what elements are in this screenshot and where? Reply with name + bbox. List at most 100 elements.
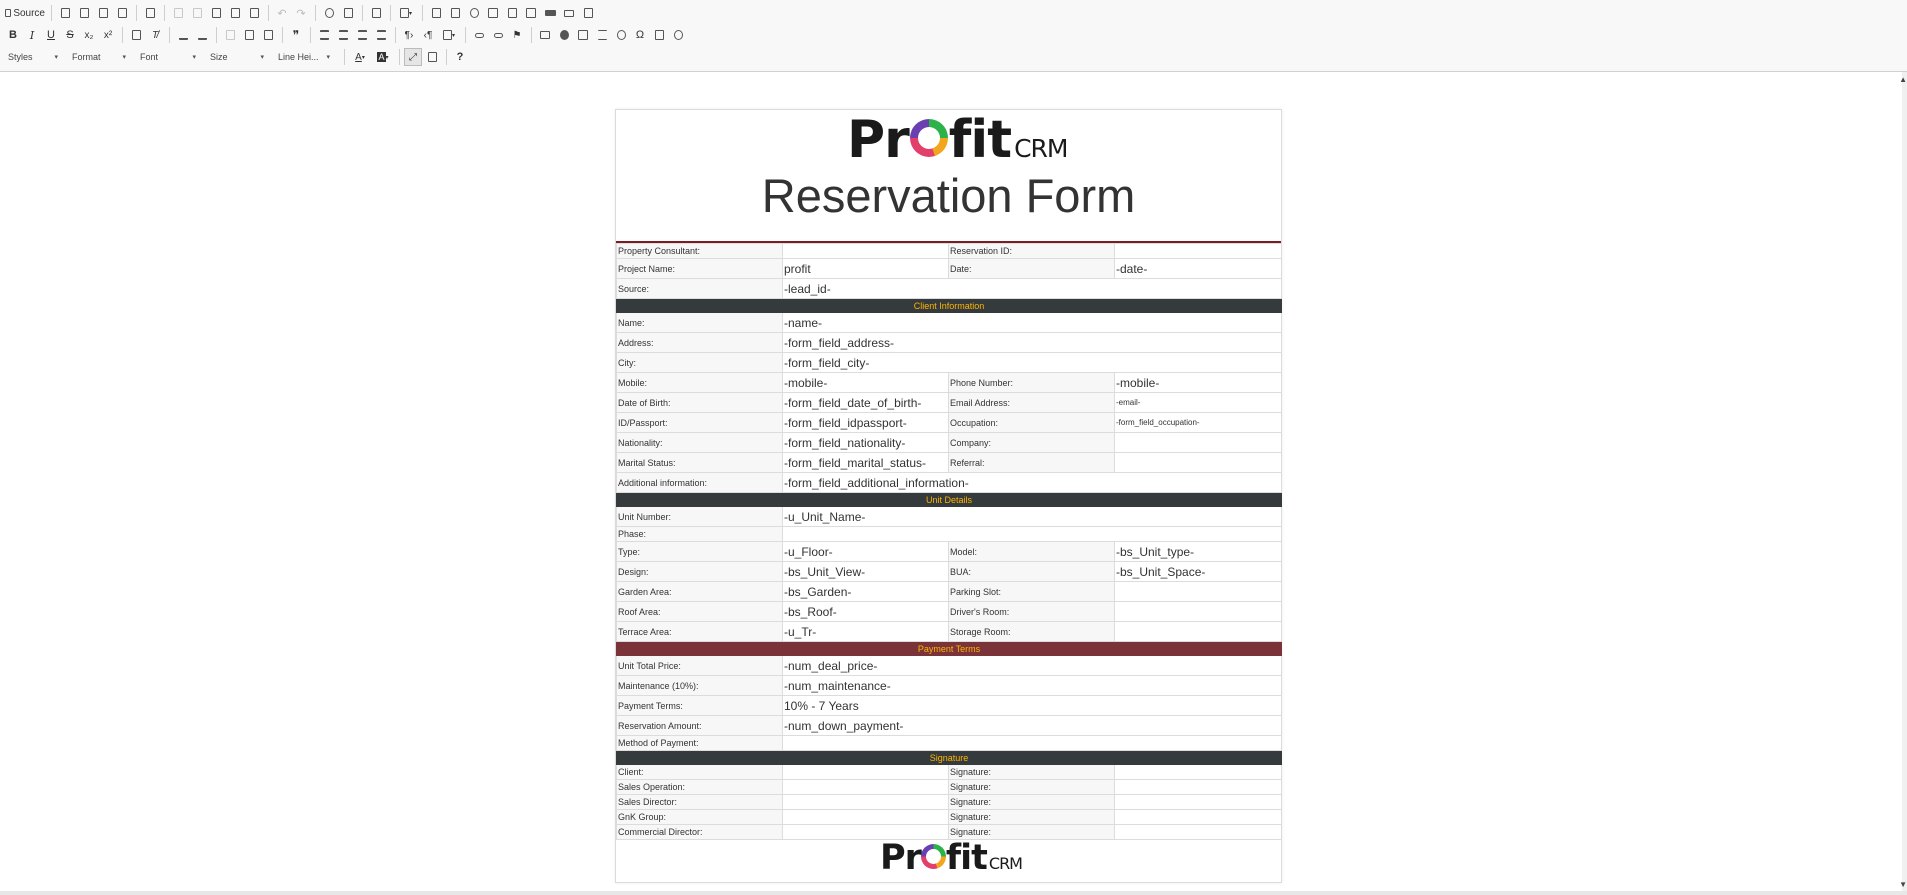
drivers-room-value[interactable]	[1114, 601, 1282, 622]
signature-cell[interactable]	[1114, 764, 1282, 780]
copy-button[interactable]	[188, 4, 206, 22]
nationality-value[interactable]: -form_field_nationality-	[782, 432, 949, 453]
model-value[interactable]: -bs_Unit_type-	[1114, 541, 1282, 562]
special-char-button[interactable]: Ω	[631, 26, 649, 44]
parking-slot-value[interactable]	[1114, 581, 1282, 602]
font-combo[interactable]: Font ▾	[136, 48, 200, 66]
signer-name-cell[interactable]	[782, 809, 949, 825]
show-blocks-button[interactable]	[423, 48, 441, 66]
signer-name-cell[interactable]	[782, 764, 949, 780]
bold-button[interactable]: B	[4, 26, 22, 44]
align-center-button[interactable]	[334, 26, 352, 44]
text-color-button[interactable]: A ▾	[349, 48, 371, 66]
ltr-button[interactable]: ¶›	[400, 26, 418, 44]
outdent-button[interactable]	[221, 26, 239, 44]
textarea-button[interactable]	[503, 4, 521, 22]
signature-cell[interactable]	[1114, 824, 1282, 840]
language-button[interactable]: ▾	[438, 26, 460, 44]
line-height-combo[interactable]: Line Hei... ▾	[274, 48, 334, 66]
date-value[interactable]: -date-	[1114, 258, 1282, 279]
referral-value[interactable]	[1114, 452, 1282, 473]
image-button-button[interactable]	[560, 4, 578, 22]
table-button[interactable]	[574, 26, 592, 44]
property-consultant-value[interactable]	[782, 243, 949, 259]
occupation-value[interactable]: -form_field_occupation-	[1114, 412, 1282, 433]
align-left-button[interactable]	[315, 26, 333, 44]
format-combo[interactable]: Format ▾	[68, 48, 130, 66]
create-div-button[interactable]	[259, 26, 277, 44]
underline-button[interactable]: U	[42, 26, 60, 44]
anchor-button[interactable]: ⚑	[508, 26, 526, 44]
bua-value[interactable]: -bs_Unit_Space-	[1114, 561, 1282, 582]
superscript-button[interactable]: x²	[99, 26, 117, 44]
replace-button[interactable]	[339, 4, 357, 22]
textfield-button[interactable]	[484, 4, 502, 22]
bg-color-button[interactable]: A ▾	[372, 48, 394, 66]
copy-format-button[interactable]	[127, 26, 145, 44]
source-value[interactable]: -lead_id-	[782, 278, 1282, 299]
new-page-button[interactable]	[75, 4, 93, 22]
id-passport-value[interactable]: -form_field_idpassport-	[782, 412, 949, 433]
flash-button[interactable]	[555, 26, 573, 44]
garden-area-value[interactable]: -bs_Garden-	[782, 581, 949, 602]
page-break-button[interactable]	[650, 26, 668, 44]
editor-document[interactable]: Pr fit CRM Reservation Form Property Consu…	[615, 109, 1282, 883]
form-button[interactable]	[427, 4, 445, 22]
templates-button[interactable]	[141, 4, 159, 22]
method-of-payment-value[interactable]	[782, 735, 1282, 751]
scroll-up-icon[interactable]: ▲	[1899, 75, 1907, 84]
spellcheck-button[interactable]: ▾	[395, 4, 417, 22]
radio-button[interactable]	[465, 4, 483, 22]
reservation-amount-value[interactable]: -num_down_payment-	[782, 715, 1282, 736]
dob-value[interactable]: -form_field_date_of_birth-	[782, 392, 949, 413]
rtl-button[interactable]: ‹¶	[419, 26, 437, 44]
vertical-scrollbar[interactable]	[1902, 72, 1907, 895]
maintenance-value[interactable]: -num_maintenance-	[782, 675, 1282, 696]
type-value[interactable]: -u_Floor-	[782, 541, 949, 562]
help-button[interactable]: ?	[451, 48, 469, 66]
italic-button[interactable]: I	[23, 26, 41, 44]
payment-terms-value[interactable]: 10% - 7 Years	[782, 695, 1282, 716]
unit-number-value[interactable]: -u_Unit_Name-	[782, 506, 1282, 527]
phase-value[interactable]	[782, 526, 1282, 542]
iframe-button[interactable]	[669, 26, 687, 44]
preview-button[interactable]	[94, 4, 112, 22]
signer-name-cell[interactable]	[782, 779, 949, 795]
unlink-button[interactable]	[489, 26, 507, 44]
print-button[interactable]	[113, 4, 131, 22]
indent-button[interactable]	[240, 26, 258, 44]
redo-button[interactable]: ↷	[292, 4, 310, 22]
bulleted-list-button[interactable]	[193, 26, 211, 44]
checkbox-button[interactable]	[446, 4, 464, 22]
terrace-area-value[interactable]: -u_Tr-	[782, 621, 949, 642]
source-button[interactable]: Source	[4, 4, 46, 22]
image-button[interactable]	[536, 26, 554, 44]
blockquote-button[interactable]: ❞	[287, 26, 305, 44]
project-name-value[interactable]: profit	[782, 258, 949, 279]
paste-button[interactable]	[207, 4, 225, 22]
find-button[interactable]	[320, 4, 338, 22]
paste-word-button[interactable]	[245, 4, 263, 22]
maximize-button[interactable]: ⤢	[404, 48, 422, 66]
signer-name-cell[interactable]	[782, 794, 949, 810]
hidden-field-button[interactable]	[579, 4, 597, 22]
design-value[interactable]: -bs_Unit_View-	[782, 561, 949, 582]
paste-text-button[interactable]	[226, 4, 244, 22]
signature-cell[interactable]	[1114, 779, 1282, 795]
city-value[interactable]: -form_field_city-	[782, 352, 1282, 373]
additional-info-value[interactable]: -form_field_additional_information-	[782, 472, 1282, 493]
styles-combo[interactable]: Styles ▾	[4, 48, 62, 66]
storage-room-value[interactable]	[1114, 621, 1282, 642]
remove-format-button[interactable]: T̸	[146, 26, 164, 44]
select-all-button[interactable]	[367, 4, 385, 22]
phone-number-value[interactable]: -mobile-	[1114, 372, 1282, 393]
select-field-button[interactable]	[522, 4, 540, 22]
signature-cell[interactable]	[1114, 809, 1282, 825]
scroll-down-icon[interactable]: ▼	[1899, 880, 1907, 889]
marital-status-value[interactable]: -form_field_marital_status-	[782, 452, 949, 473]
strike-button[interactable]: S	[61, 26, 79, 44]
save-button[interactable]	[56, 4, 74, 22]
client-name-value[interactable]: -name-	[782, 312, 1282, 333]
cut-button[interactable]	[169, 4, 187, 22]
numbered-list-button[interactable]	[174, 26, 192, 44]
